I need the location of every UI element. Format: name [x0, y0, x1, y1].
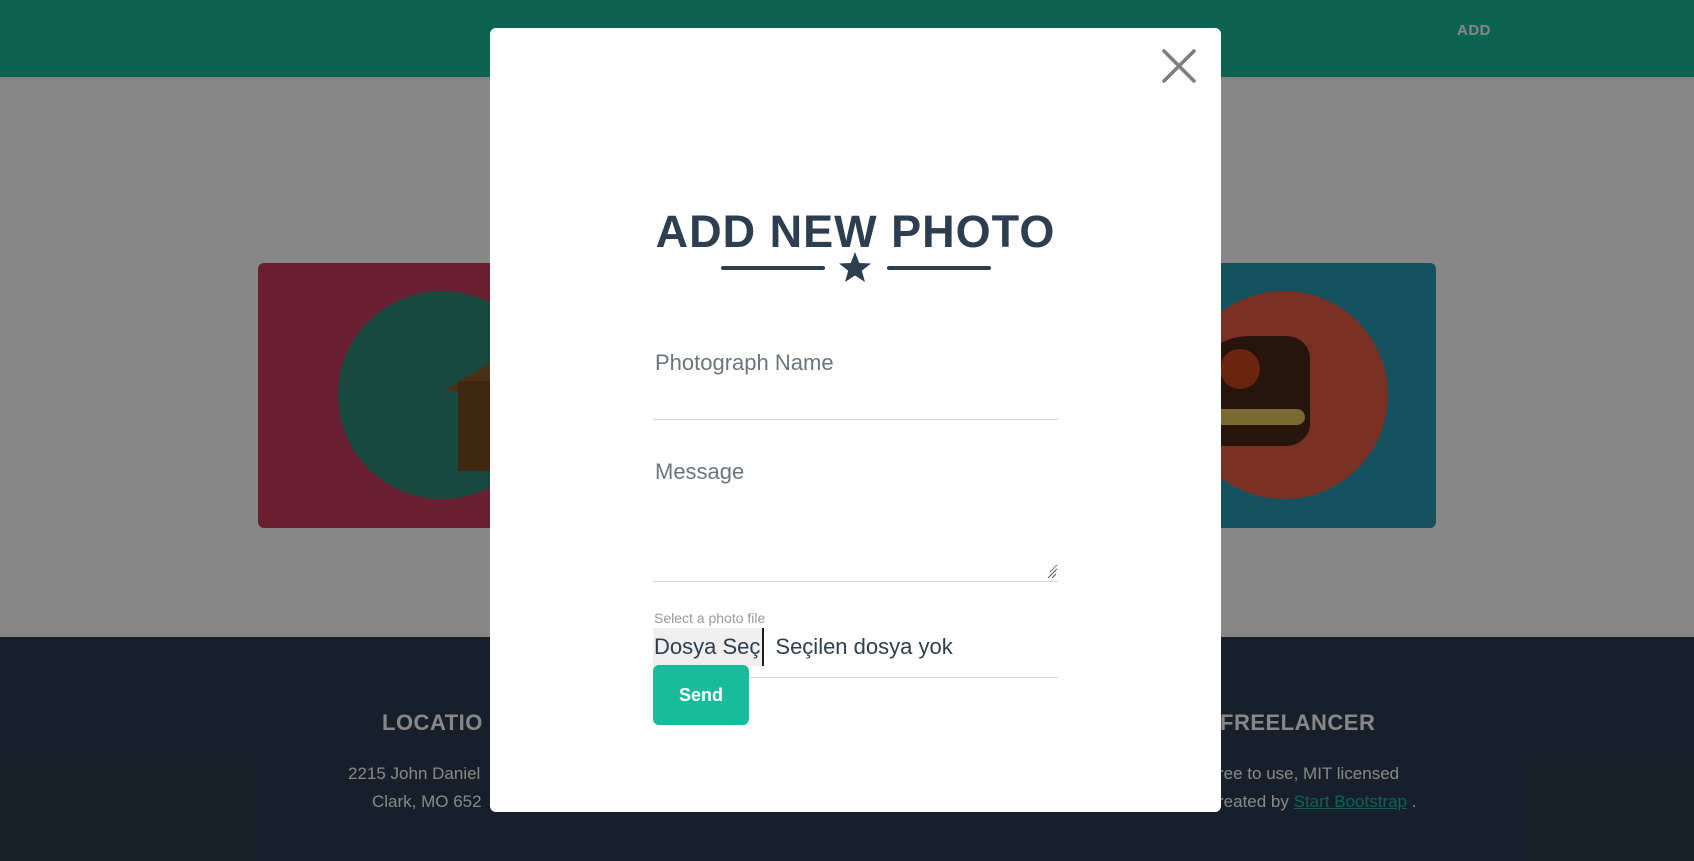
star-divider — [721, 250, 991, 286]
file-status-text: Seçilen dosya yok — [775, 634, 953, 659]
send-button[interactable]: Send — [653, 665, 749, 725]
resize-grip-icon[interactable] — [1046, 568, 1056, 578]
add-photo-modal: ADD NEW PHOTO Select a photo file Dosya … — [490, 28, 1221, 812]
choose-file-button[interactable]: Dosya Seç — [653, 628, 765, 666]
close-button[interactable] — [1159, 46, 1199, 86]
divider-line-left — [721, 266, 825, 270]
close-icon — [1162, 49, 1196, 83]
message-field — [653, 435, 1058, 582]
divider-line-right — [887, 266, 991, 270]
star-icon — [839, 252, 871, 282]
page: ADD LOCATIO 2215 John Daniel Clark, MO 6… — [0, 0, 1694, 861]
photograph-name-field — [653, 338, 1058, 420]
file-input[interactable]: Dosya Seç Seçilen dosya yok — [653, 628, 953, 666]
message-textarea[interactable] — [653, 435, 1058, 573]
file-label: Select a photo file — [654, 610, 766, 626]
photograph-name-input[interactable] — [653, 342, 1058, 384]
